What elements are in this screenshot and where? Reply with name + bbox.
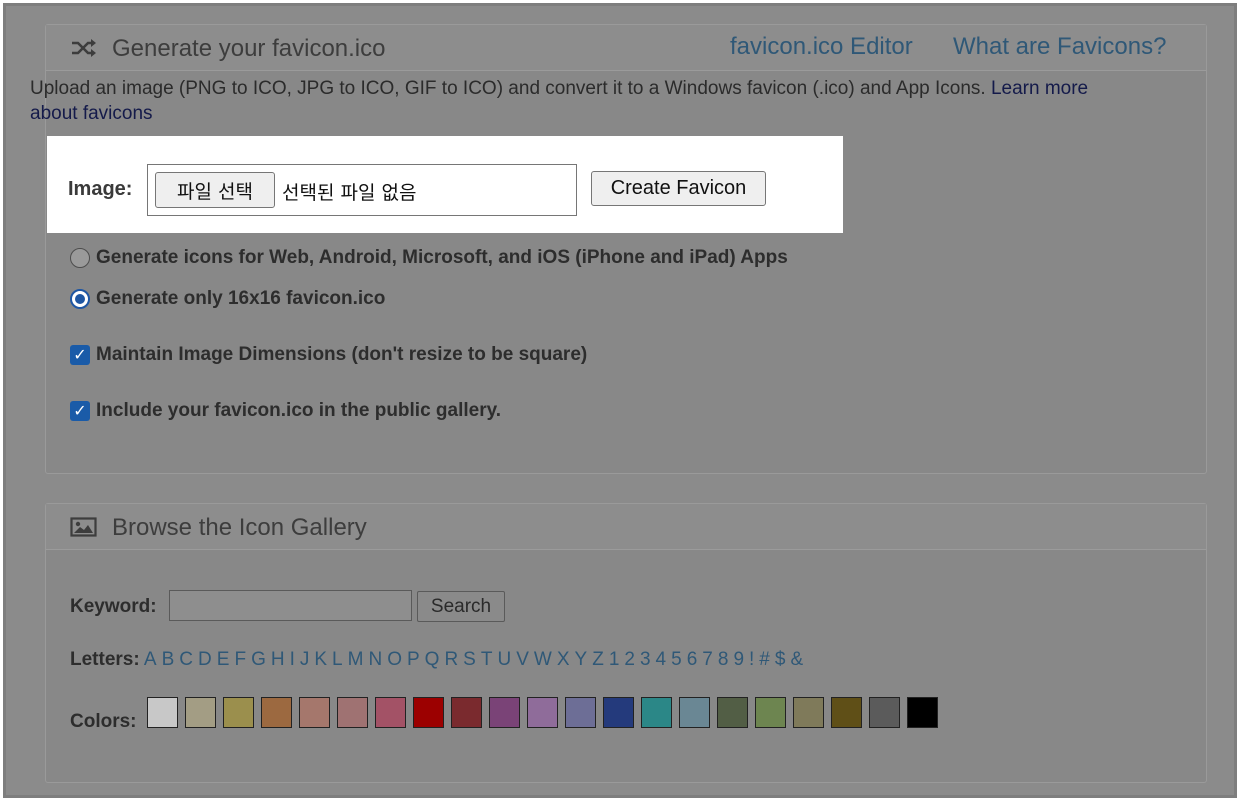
letter-link[interactable]: D bbox=[198, 649, 212, 670]
screenshot-frame: Generate your favicon.ico favicon.ico Ed… bbox=[3, 3, 1237, 798]
letter-link[interactable]: 7 bbox=[702, 649, 713, 670]
image-label: Image: bbox=[68, 178, 133, 200]
letter-link[interactable]: 5 bbox=[671, 649, 682, 670]
letter-link[interactable]: X bbox=[557, 649, 570, 670]
letter-links: A B C D E F G H I J K L M N O P Q R S T U V W X Y Z 1 2 3 4 5 6 7 8 9! # $ & bbox=[144, 649, 808, 670]
shuffle-icon bbox=[72, 39, 96, 57]
colors-label: Colors: bbox=[70, 711, 137, 732]
letter-link[interactable]: M bbox=[348, 649, 364, 670]
gallery-panel-title: Browse the Icon Gallery bbox=[112, 514, 367, 541]
color-swatch[interactable] bbox=[831, 697, 862, 728]
checkbox-checked-icon[interactable]: ✓ bbox=[70, 345, 90, 365]
radio-option-all-apps[interactable]: Generate icons for Web, Android, Microso… bbox=[70, 247, 788, 269]
color-swatch[interactable] bbox=[793, 697, 824, 728]
letter-link[interactable]: R bbox=[444, 649, 458, 670]
letter-link[interactable]: P bbox=[407, 649, 420, 670]
checkbox-checked-icon[interactable]: ✓ bbox=[70, 401, 90, 421]
color-swatch[interactable] bbox=[907, 697, 938, 728]
generate-panel-header: Generate your favicon.ico favicon.ico Ed… bbox=[46, 25, 1206, 71]
letter-link[interactable]: U bbox=[497, 649, 511, 670]
letter-link[interactable]: W bbox=[534, 649, 552, 670]
gallery-panel-header: Browse the Icon Gallery bbox=[46, 504, 1206, 550]
radio-all-label: Generate icons for Web, Android, Microso… bbox=[96, 247, 788, 268]
letter-link[interactable]: S bbox=[463, 649, 476, 670]
favicon-editor-link[interactable]: favicon.ico Editor bbox=[730, 33, 913, 61]
letter-link[interactable]: J bbox=[300, 649, 310, 670]
intro-text: Upload an image (PNG to ICO, JPG to ICO,… bbox=[30, 76, 1130, 126]
letter-link[interactable]: T bbox=[481, 649, 493, 670]
color-swatch[interactable] bbox=[603, 697, 634, 728]
color-swatch[interactable] bbox=[299, 697, 330, 728]
letter-link[interactable]: 6 bbox=[687, 649, 698, 670]
letter-link[interactable]: K bbox=[314, 649, 327, 670]
generate-panel-title: Generate your favicon.ico bbox=[112, 35, 386, 62]
letter-link[interactable]: Y bbox=[575, 649, 588, 670]
what-are-favicons-link[interactable]: What are Favicons? bbox=[953, 33, 1166, 61]
color-swatch[interactable] bbox=[147, 697, 178, 728]
color-swatch[interactable] bbox=[451, 697, 482, 728]
color-swatches bbox=[147, 697, 945, 728]
color-swatch[interactable] bbox=[375, 697, 406, 728]
letter-link[interactable]: B bbox=[162, 649, 175, 670]
letter-link[interactable]: H bbox=[271, 649, 285, 670]
create-favicon-button[interactable]: Create Favicon bbox=[591, 171, 766, 206]
letter-link[interactable]: L bbox=[332, 649, 343, 670]
search-button[interactable]: Search bbox=[417, 591, 505, 622]
letter-link[interactable]: N bbox=[368, 649, 382, 670]
color-swatch[interactable] bbox=[185, 697, 216, 728]
letter-link[interactable]: E bbox=[217, 649, 230, 670]
letter-link[interactable]: F bbox=[234, 649, 246, 670]
letter-link[interactable]: I bbox=[290, 649, 295, 670]
checkbox-maintain-dimensions[interactable]: ✓ Maintain Image Dimensions (don't resiz… bbox=[70, 344, 587, 366]
letter-link[interactable]: $ bbox=[775, 649, 786, 670]
chk-dimensions-label: Maintain Image Dimensions (don't resize … bbox=[96, 344, 588, 365]
letter-link[interactable]: 1 bbox=[609, 649, 620, 670]
letter-link[interactable]: ! bbox=[749, 649, 754, 670]
letter-link[interactable]: & bbox=[790, 649, 803, 670]
color-swatch[interactable] bbox=[489, 697, 520, 728]
color-swatch[interactable] bbox=[527, 697, 558, 728]
file-status-text: 선택된 파일 없음 bbox=[282, 182, 417, 204]
choose-file-button[interactable]: 파일 선택 bbox=[155, 172, 275, 208]
letter-link[interactable]: 8 bbox=[718, 649, 729, 670]
letter-link[interactable]: C bbox=[179, 649, 193, 670]
color-swatch[interactable] bbox=[641, 697, 672, 728]
color-swatch[interactable] bbox=[261, 697, 292, 728]
checkbox-public-gallery[interactable]: ✓ Include your favicon.ico in the public… bbox=[70, 400, 501, 422]
gallery-panel: Browse the Icon Gallery bbox=[45, 503, 1207, 783]
color-swatch[interactable] bbox=[565, 697, 596, 728]
radio-button-checked[interactable] bbox=[70, 289, 90, 309]
letter-link[interactable]: 9 bbox=[733, 649, 744, 670]
radio-16-label: Generate only 16x16 favicon.ico bbox=[96, 288, 386, 309]
file-input[interactable]: 파일 선택 선택된 파일 없음 bbox=[147, 164, 577, 216]
color-swatch[interactable] bbox=[413, 697, 444, 728]
radio-button-unchecked[interactable] bbox=[70, 248, 90, 268]
color-swatch[interactable] bbox=[869, 697, 900, 728]
color-swatch[interactable] bbox=[717, 697, 748, 728]
image-icon bbox=[70, 517, 97, 537]
radio-option-16x16[interactable]: Generate only 16x16 favicon.ico bbox=[70, 288, 385, 310]
letter-link[interactable]: Q bbox=[425, 649, 440, 670]
keyword-label: Keyword: bbox=[70, 596, 157, 617]
letter-link[interactable]: A bbox=[144, 649, 157, 670]
letters-label: Letters: bbox=[70, 649, 140, 670]
color-swatch[interactable] bbox=[755, 697, 786, 728]
letter-link[interactable]: # bbox=[759, 649, 770, 670]
color-swatch[interactable] bbox=[337, 697, 368, 728]
color-swatch[interactable] bbox=[223, 697, 254, 728]
letter-link[interactable]: O bbox=[387, 649, 402, 670]
letter-link[interactable]: G bbox=[251, 649, 266, 670]
upload-form-highlight: Image: 파일 선택 선택된 파일 없음 Create Favicon bbox=[47, 136, 843, 233]
color-swatch[interactable] bbox=[679, 697, 710, 728]
letters-row: Letters: ABCDEFGHIJKLMNOPQRSTUVWXYZ12345… bbox=[70, 649, 808, 671]
letter-link[interactable]: 3 bbox=[640, 649, 651, 670]
letter-link[interactable]: Z bbox=[592, 649, 604, 670]
intro-description: Upload an image (PNG to ICO, JPG to ICO,… bbox=[30, 78, 991, 99]
keyword-input[interactable] bbox=[169, 590, 412, 621]
letter-link[interactable]: 4 bbox=[656, 649, 667, 670]
letter-link[interactable]: 2 bbox=[624, 649, 635, 670]
letter-link[interactable]: V bbox=[516, 649, 529, 670]
chk-gallery-label: Include your favicon.ico in the public g… bbox=[96, 400, 502, 421]
